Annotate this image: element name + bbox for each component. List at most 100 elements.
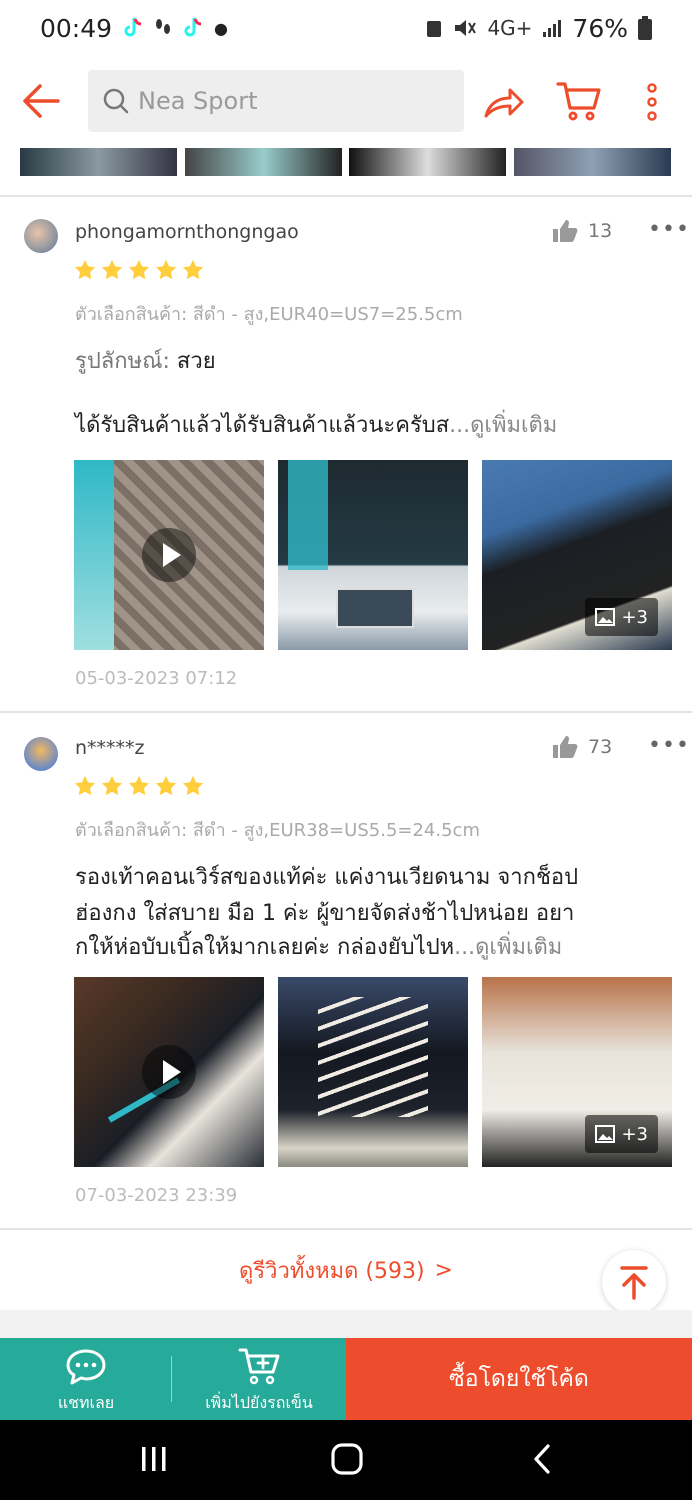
avatar[interactable] <box>24 219 58 253</box>
review-photo[interactable] <box>349 148 506 176</box>
header-bar: Nea Sport <box>0 56 692 148</box>
arrow-up-icon <box>620 1266 648 1300</box>
more-photos-count: +3 <box>621 1123 648 1145</box>
review-photo[interactable] <box>278 977 468 1167</box>
image-icon <box>595 1125 616 1143</box>
product-variant: ตัวเลือกสินค้า: สีดำ - สูง,EUR40=US7=25.… <box>75 304 463 325</box>
buy-with-code-button[interactable]: ซื้อโดยใช้โค้ด <box>346 1338 692 1420</box>
review-photo[interactable] <box>514 148 671 176</box>
star-icon <box>128 775 150 796</box>
reviewer-name[interactable]: phongamornthongngao <box>75 221 299 243</box>
review-text-line: กให้ห่อบับเบิ้ลให้มากเลยค่ะ กล่องยับไปห <box>75 935 455 960</box>
footprints-icon <box>156 19 171 34</box>
see-all-label: ดูรีวิวทั้งหมด (593) <box>239 1258 425 1284</box>
review-photo[interactable] <box>20 148 177 176</box>
signal-icon <box>543 20 562 37</box>
play-icon[interactable] <box>142 528 196 582</box>
back-nav-icon[interactable] <box>530 1442 554 1476</box>
thumbs-up-icon <box>553 220 578 242</box>
tiktok-icon <box>124 18 142 37</box>
buy-label: ซื้อโดยใช้โค้ด <box>449 1366 589 1392</box>
review-text-ellipsis: ... <box>449 413 471 438</box>
review-text-ellipsis: ... <box>454 935 476 960</box>
star-icon <box>155 775 177 796</box>
see-more-link[interactable]: ดูเพิ่มเติม <box>475 935 562 960</box>
star-icon <box>182 259 204 280</box>
like-button[interactable]: 73 <box>552 735 612 759</box>
notification-dot-icon: ● <box>214 18 229 38</box>
search-input[interactable]: Nea Sport <box>88 70 464 132</box>
star-rating <box>74 259 204 281</box>
review-options-icon[interactable]: ••• <box>648 733 690 758</box>
reviewer-name[interactable]: n*****z <box>75 737 145 759</box>
review-text: ได้รับสินค้าแล้วได้รับสินค้าแล้วนะครับส.… <box>75 407 557 442</box>
image-icon <box>595 608 616 626</box>
battery-icon <box>638 16 652 40</box>
like-count: 73 <box>588 736 613 758</box>
appearance-line: รูปลักษณ์: สวย <box>75 343 216 378</box>
star-icon <box>101 259 123 280</box>
review-card: n*****z 73 ••• ตัวเลือกสินค้า: สีดำ - สู… <box>0 713 692 1228</box>
chat-icon <box>66 1349 106 1385</box>
star-icon <box>182 775 204 796</box>
star-rating <box>74 775 204 797</box>
network-type: 4G+ <box>487 16 533 40</box>
see-all-reviews-link[interactable]: ดูรีวิวทั้งหมด (593) > <box>0 1230 692 1310</box>
review-photo[interactable]: +3 <box>482 460 672 650</box>
review-photo[interactable]: +3 <box>482 977 672 1167</box>
review-text: กให้ห่อบับเบิ้ลให้มากเลยค่ะ กล่องยับไปห.… <box>75 929 562 964</box>
scroll-to-top-button[interactable] <box>602 1250 666 1314</box>
review-date: 07-03-2023 23:39 <box>75 1185 238 1206</box>
status-time: 00:49 <box>40 13 113 43</box>
chat-label: แชทเลย <box>57 1393 115 1412</box>
converse-label-patch <box>336 588 414 628</box>
chevron-right-icon: > <box>434 1257 453 1283</box>
review-text-line: ได้รับสินค้าแล้วได้รับสินค้าแล้วนะครับส <box>75 413 450 438</box>
like-button[interactable]: 13 <box>552 219 612 243</box>
share-icon[interactable] <box>482 80 526 124</box>
section-gap <box>0 1310 692 1338</box>
avatar[interactable] <box>24 737 58 771</box>
status-bar: 00:49 ● 4G+ 76% <box>0 0 692 56</box>
more-photos-badge[interactable]: +3 <box>585 598 658 636</box>
recycle-icon <box>427 21 442 37</box>
star-icon <box>74 259 96 280</box>
thumbs-up-icon <box>553 736 578 758</box>
add-to-cart-button[interactable]: เพิ่มไปยังรถเข็น <box>172 1338 346 1420</box>
review-card: phongamornthongngao 13 ••• ตัวเลือกสินค้… <box>0 197 692 711</box>
system-navigation-bar <box>0 1420 692 1500</box>
see-more-link[interactable]: ดูเพิ่มเติม <box>470 413 557 438</box>
home-icon[interactable] <box>330 1442 364 1476</box>
product-variant: ตัวเลือกสินค้า: สีดำ - สูง,EUR38=US5.5=2… <box>75 820 480 841</box>
recent-apps-icon[interactable] <box>140 1444 168 1474</box>
tiktok-icon <box>184 18 202 37</box>
status-right: 4G+ 76% <box>425 14 652 43</box>
like-count: 13 <box>588 220 613 242</box>
review-date: 05-03-2023 07:12 <box>75 668 238 689</box>
review-video-thumbnail[interactable] <box>74 977 264 1167</box>
bottom-action-bar: แชทเลย เพิ่มไปยังรถเข็น ซื้อโดยใช้โค้ด <box>0 1338 692 1420</box>
cart-plus-icon <box>238 1348 280 1385</box>
search-placeholder: Nea Sport <box>138 87 258 115</box>
review-video-thumbnail[interactable] <box>74 460 264 650</box>
review-options-icon[interactable]: ••• <box>648 217 690 242</box>
review-text-line: รองเท้าคอนเวิร์สของแท้ค่ะ แค่งานเวียดนาม… <box>75 865 579 890</box>
review-photo[interactable] <box>278 460 468 650</box>
chat-button[interactable]: แชทเลย <box>0 1338 172 1420</box>
appearance-value: สวย <box>176 349 216 374</box>
search-icon <box>103 88 129 114</box>
star-icon <box>155 259 177 280</box>
more-vertical-icon[interactable] <box>640 82 664 122</box>
photo-detail <box>74 460 114 650</box>
photo-detail <box>288 460 328 570</box>
previous-review-photos <box>0 148 692 176</box>
star-icon <box>128 259 150 280</box>
appearance-label: รูปลักษณ์: <box>75 349 170 374</box>
star-icon <box>74 775 96 796</box>
more-photos-badge[interactable]: +3 <box>585 1115 658 1153</box>
play-icon[interactable] <box>142 1045 196 1099</box>
back-arrow-icon[interactable] <box>20 80 62 122</box>
cart-icon[interactable] <box>556 78 602 124</box>
review-photo[interactable] <box>185 148 342 176</box>
more-photos-count: +3 <box>621 606 648 628</box>
